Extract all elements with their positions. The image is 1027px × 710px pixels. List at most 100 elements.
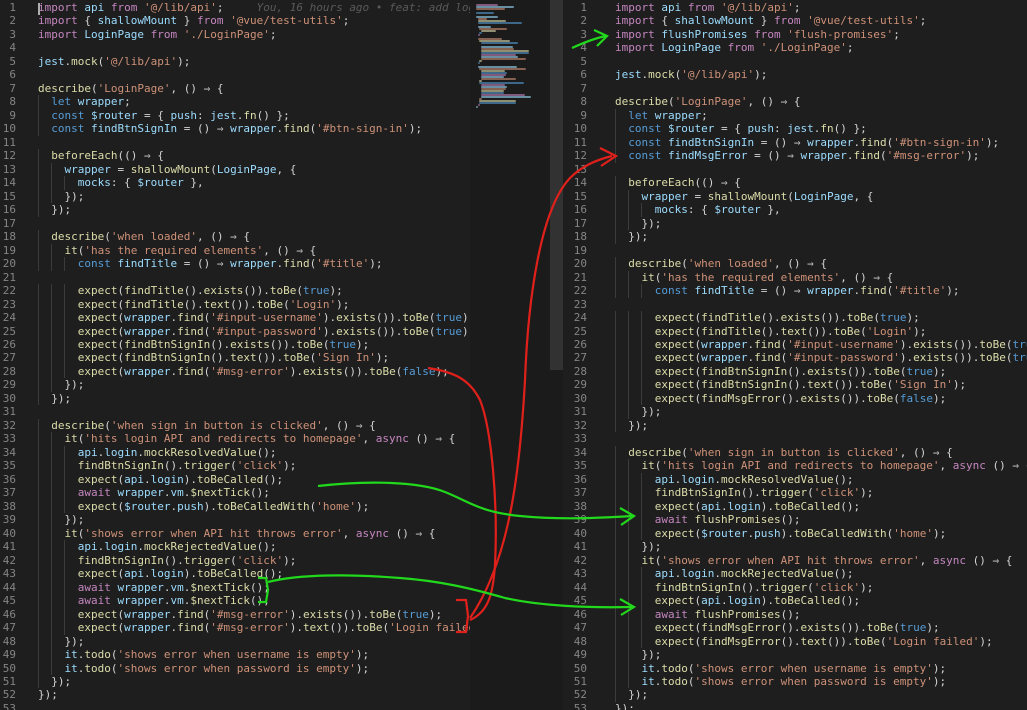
- code-line[interactable]: 43 expect(api.login).toBeCalled();: [0, 567, 470, 581]
- code-line[interactable]: 18 });: [563, 230, 1027, 244]
- code-line[interactable]: 51 it.todo('shows error when password is…: [563, 675, 1027, 689]
- code-line[interactable]: 36 api.login.mockResolvedValue();: [563, 472, 1027, 487]
- code-line[interactable]: 44 await wrapper.vm.$nextTick();: [0, 580, 470, 595]
- code-line[interactable]: 7: [563, 82, 1027, 95]
- code-line[interactable]: 37 findBtnSignIn().trigger('click');: [563, 486, 1027, 500]
- code-line[interactable]: 26 expect(findBtnSignIn().exists()).toBe…: [0, 338, 470, 352]
- code-line[interactable]: 4: [0, 41, 470, 54]
- code-line[interactable]: 29 expect(findBtnSignIn().text()).toBe('…: [563, 378, 1027, 392]
- code-line[interactable]: 30 expect(findMsgError().exists()).toBe(…: [563, 391, 1027, 406]
- code-line[interactable]: 17: [0, 217, 470, 230]
- code-line[interactable]: 3 import flushPromises from 'flush-promis…: [563, 28, 1027, 41]
- code-line[interactable]: 21 it('has the required elements', () ⇒ …: [563, 270, 1027, 285]
- code-line[interactable]: 10 const $router = { push: jest.fn() };: [563, 122, 1027, 136]
- code-line[interactable]: 24 expect(wrapper.find('#input-username'…: [0, 311, 470, 325]
- code-line[interactable]: 41 });: [563, 540, 1027, 554]
- code-line[interactable]: 22 expect(findTitle().exists()).toBe(tru…: [0, 284, 470, 298]
- code-line[interactable]: 39 });: [0, 513, 470, 527]
- code-line[interactable]: 17 });: [563, 216, 1027, 231]
- left-editor-pane[interactable]: 1 import api from '@/lib/api'; You, 16 ho…: [0, 0, 470, 710]
- code-line[interactable]: 8 describe('LoginPage', () ⇒ {: [563, 95, 1027, 108]
- code-line[interactable]: 5: [563, 55, 1027, 68]
- code-line[interactable]: 11: [0, 136, 470, 149]
- code-line[interactable]: 37 await wrapper.vm.$nextTick();: [0, 486, 470, 500]
- code-line[interactable]: 12 beforeEach(() ⇒ {: [0, 149, 470, 163]
- code-line[interactable]: 27 expect(findBtnSignIn().text()).toBe('…: [0, 351, 470, 365]
- code-line[interactable]: 39 await flushPromises();: [563, 513, 1027, 527]
- code-line[interactable]: 5 jest.mock('@/lib/api');: [0, 55, 470, 68]
- code-line[interactable]: 38 expect(api.login).toBeCalled();: [563, 499, 1027, 514]
- code-line[interactable]: 28 expect(findBtnSignIn().exists()).toBe…: [563, 364, 1027, 379]
- code-line[interactable]: 24 expect(findTitle().exists()).toBe(tru…: [563, 311, 1027, 325]
- code-line[interactable]: 9 let wrapper;: [563, 108, 1027, 123]
- code-line[interactable]: 4 import LoginPage from './LoginPage';: [563, 41, 1027, 54]
- code-line[interactable]: 35 it('hits login API and redirects to h…: [563, 459, 1027, 473]
- code-line[interactable]: 8 let wrapper;: [0, 95, 470, 109]
- code-line[interactable]: 16 mocks: { $router },: [563, 203, 1027, 217]
- code-line[interactable]: 23: [563, 298, 1027, 311]
- code-line[interactable]: 40 it('shows error when API hit throws e…: [0, 526, 470, 541]
- code-line[interactable]: 45 expect(api.login).toBeCalled();: [563, 594, 1027, 608]
- code-line[interactable]: 47 expect(wrapper.find('#msg-error').tex…: [0, 621, 470, 635]
- code-line[interactable]: 51 });: [0, 675, 470, 689]
- code-line[interactable]: 25 expect(findTitle().text()).toBe('Logi…: [563, 324, 1027, 338]
- code-line[interactable]: 44 findBtnSignIn().trigger('click');: [563, 580, 1027, 595]
- code-line[interactable]: 20 const findTitle = () ⇒ wrapper.find('…: [0, 257, 470, 271]
- code-line[interactable]: 11 const findBtnSignIn = () ⇒ wrapper.fi…: [563, 135, 1027, 150]
- code-line[interactable]: 19: [563, 244, 1027, 257]
- code-line[interactable]: 1 import api from '@/lib/api';: [563, 1, 1027, 14]
- code-line[interactable]: 2 import { shallowMount } from '@vue/test…: [0, 14, 470, 27]
- code-line[interactable]: 31: [0, 405, 470, 418]
- code-line[interactable]: 53});: [563, 702, 1027, 710]
- code-line[interactable]: 27 expect(wrapper.find('#input-password'…: [563, 351, 1027, 365]
- code-line[interactable]: 47 expect(findMsgError().exists()).toBe(…: [563, 621, 1027, 635]
- code-line[interactable]: 26 expect(wrapper.find('#input-username'…: [563, 338, 1027, 352]
- code-line[interactable]: 15 wrapper = shallowMount(LoginPage, {: [563, 189, 1027, 204]
- code-line[interactable]: 2 import { shallowMount } from '@vue/test…: [563, 14, 1027, 27]
- code-line[interactable]: 42 it('shows error when API hit throws e…: [563, 553, 1027, 568]
- code-line[interactable]: 1 import api from '@/lib/api'; You, 16 ho…: [0, 1, 470, 14]
- code-line[interactable]: 9 const $router = { push: jest.fn() };: [0, 108, 470, 123]
- code-line[interactable]: 34 api.login.mockResolvedValue();: [0, 445, 470, 460]
- code-line[interactable]: 48 });: [0, 634, 470, 649]
- code-line[interactable]: 33 it('hits login API and redirects to h…: [0, 432, 470, 446]
- code-line[interactable]: 13 wrapper = shallowMount(LoginPage, {: [0, 162, 470, 177]
- code-line[interactable]: 19 it('has the required elements', () ⇒ …: [0, 243, 470, 258]
- code-line[interactable]: 30 });: [0, 391, 470, 406]
- code-line[interactable]: 46 await flushPromises();: [563, 607, 1027, 622]
- code-line[interactable]: 40 expect($router.push).toBeCalledWith('…: [563, 526, 1027, 541]
- code-line[interactable]: 42 findBtnSignIn().trigger('click');: [0, 553, 470, 568]
- code-line[interactable]: 29 });: [0, 378, 470, 392]
- code-line[interactable]: 14 mocks: { $router },: [0, 176, 470, 190]
- code-line[interactable]: 20 describe('when loaded', () ⇒ {: [563, 257, 1027, 271]
- code-line[interactable]: 52 });: [563, 688, 1027, 702]
- code-line[interactable]: 33: [563, 432, 1027, 445]
- vertical-scrollbar[interactable]: [550, 0, 563, 370]
- code-line[interactable]: 32 });: [563, 418, 1027, 433]
- code-line[interactable]: 45 await wrapper.vm.$nextTick();: [0, 594, 470, 608]
- code-line[interactable]: 36 expect(api.login).toBeCalled();: [0, 472, 470, 487]
- code-line[interactable]: 31 });: [563, 405, 1027, 419]
- code-line[interactable]: 35 findBtnSignIn().trigger('click');: [0, 459, 470, 473]
- code-line[interactable]: 28 expect(wrapper.find('#msg-error').exi…: [0, 364, 470, 379]
- code-line[interactable]: 13: [563, 163, 1027, 176]
- code-line[interactable]: 50 it.todo('shows error when username is…: [563, 661, 1027, 675]
- code-line[interactable]: 6: [0, 68, 470, 81]
- code-line[interactable]: 41 api.login.mockRejectedValue();: [0, 540, 470, 554]
- code-line[interactable]: 14 beforeEach(() ⇒ {: [563, 176, 1027, 190]
- right-editor-pane[interactable]: 1 import api from '@/lib/api'; 2 import { s…: [563, 0, 1027, 710]
- code-line[interactable]: 21: [0, 271, 470, 284]
- code-line[interactable]: 23 expect(findTitle().text()).toBe('Logi…: [0, 297, 470, 312]
- code-line[interactable]: 12 const findMsgError = () ⇒ wrapper.fin…: [563, 149, 1027, 163]
- code-line[interactable]: 50 it.todo('shows error when password is…: [0, 661, 470, 675]
- code-line[interactable]: 22 const findTitle = () ⇒ wrapper.find('…: [563, 284, 1027, 298]
- code-line[interactable]: 49 });: [563, 648, 1027, 662]
- code-line[interactable]: 6 jest.mock('@/lib/api');: [563, 68, 1027, 81]
- code-line[interactable]: 3 import LoginPage from './LoginPage';: [0, 28, 470, 41]
- code-line[interactable]: 16 });: [0, 203, 470, 217]
- code-line[interactable]: 18 describe('when loaded', () ⇒ {: [0, 230, 470, 244]
- code-line[interactable]: 32 describe('when sign in button is clic…: [0, 418, 470, 433]
- code-line[interactable]: 43 api.login.mockRejectedValue();: [563, 567, 1027, 581]
- code-line[interactable]: 15 });: [0, 189, 470, 204]
- code-line[interactable]: 10 const findBtnSignIn = () ⇒ wrapper.fi…: [0, 122, 470, 136]
